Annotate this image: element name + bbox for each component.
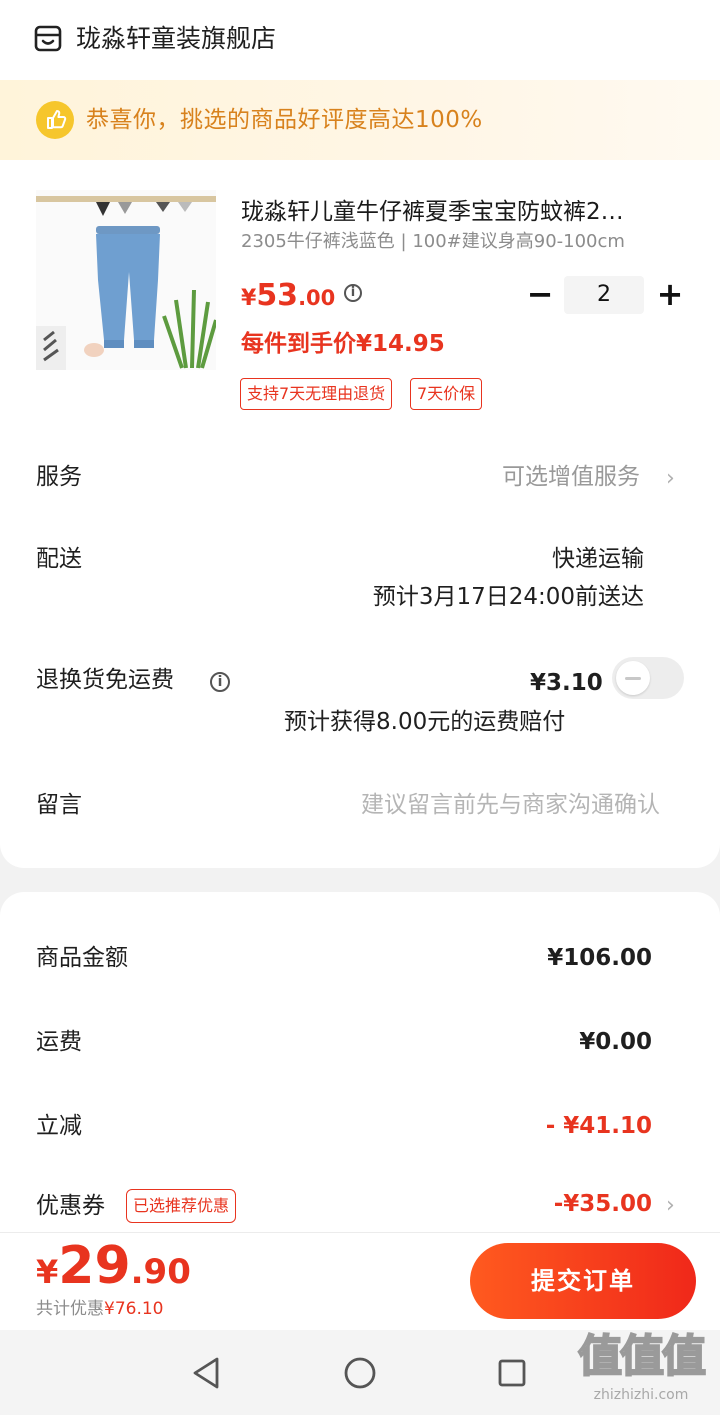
shipping-label: 运费: [36, 1029, 82, 1055]
submit-order-button[interactable]: 提交订单: [470, 1243, 696, 1319]
goods-amount-value: ¥106.00: [547, 945, 652, 971]
price-info-icon[interactable]: i: [344, 284, 362, 302]
discount-label: 立减: [36, 1113, 82, 1139]
delivery-label: 配送: [36, 546, 82, 572]
watermark-site: zhizhizhi.com: [593, 1387, 689, 1403]
coupon-value[interactable]: -¥35.00: [554, 1188, 652, 1220]
saving-label: 共计优惠: [36, 1299, 104, 1319]
goods-amount-label: 商品金额: [36, 945, 128, 971]
total-decimal: .90: [130, 1252, 191, 1292]
store-icon: [34, 25, 62, 52]
quantity-increase-button[interactable]: +: [652, 276, 688, 314]
chevron-right-icon[interactable]: ›: [666, 1190, 675, 1222]
shipping-value: ¥0.00: [579, 1029, 652, 1055]
message-label: 留言: [36, 792, 82, 818]
return-policy-tag: 支持7天无理由退货: [240, 378, 393, 410]
price-decimal: .00: [298, 286, 336, 310]
store-name[interactable]: 珑淼轩童装旗舰店: [76, 22, 276, 56]
delivery-method: 快递运输: [552, 546, 644, 572]
product-title[interactable]: 珑淼轩儿童牛仔裤夏季宝宝防蚊裤2…: [241, 196, 681, 228]
watermark-logo: 值值值 zhizhizhi.com: [566, 1330, 716, 1415]
total-price: ¥29.90: [36, 1236, 191, 1296]
return-insurance-label: 退换货免运费: [36, 667, 174, 693]
message-input[interactable]: 建议留言前先与商家沟通确认: [361, 789, 660, 821]
delivery-eta: 预计3月17日24:00前送达: [372, 584, 644, 610]
unit-price: 每件到手价¥14.95: [241, 331, 445, 357]
total-integer: 29: [58, 1236, 131, 1296]
return-insurance-price: ¥3.10: [530, 670, 603, 696]
quantity-decrease-button[interactable]: −: [522, 276, 558, 314]
service-value[interactable]: 可选增值服务: [502, 461, 640, 493]
quantity-input[interactable]: 2: [564, 276, 644, 314]
total-saving: 共计优惠¥76.10: [36, 1296, 163, 1322]
product-price: ¥53.00: [241, 278, 335, 313]
rating-banner-text: 恭喜你，挑选的商品好评度高达100%: [86, 107, 483, 133]
back-icon[interactable]: [190, 1356, 222, 1390]
total-currency: ¥: [36, 1253, 59, 1291]
coupon-label: 优惠券: [36, 1193, 105, 1219]
thumbs-up-icon: [36, 101, 74, 139]
price-integer: 53: [256, 278, 299, 313]
price-currency: ¥: [241, 286, 257, 311]
toggle-off-icon: [625, 677, 641, 680]
product-image[interactable]: [36, 190, 216, 370]
return-insurance-info-icon[interactable]: i: [210, 672, 230, 692]
chevron-right-icon[interactable]: ›: [666, 463, 675, 495]
recents-icon[interactable]: [497, 1358, 527, 1388]
product-spec[interactable]: 2305牛仔裤浅蓝色 | 100#建议身高90-100cm: [241, 230, 625, 254]
discount-value: - ¥41.10: [545, 1113, 652, 1139]
service-label: 服务: [36, 464, 82, 490]
saving-value: ¥76.10: [104, 1299, 164, 1319]
home-icon[interactable]: [343, 1356, 377, 1390]
watermark-text: 值值值: [577, 1331, 707, 1383]
coupon-recommended-tag[interactable]: 已选推荐优惠: [126, 1189, 237, 1223]
price-protection-tag: 7天价保: [410, 378, 483, 410]
return-insurance-note: 预计获得8.00元的运费赔付: [284, 709, 566, 735]
